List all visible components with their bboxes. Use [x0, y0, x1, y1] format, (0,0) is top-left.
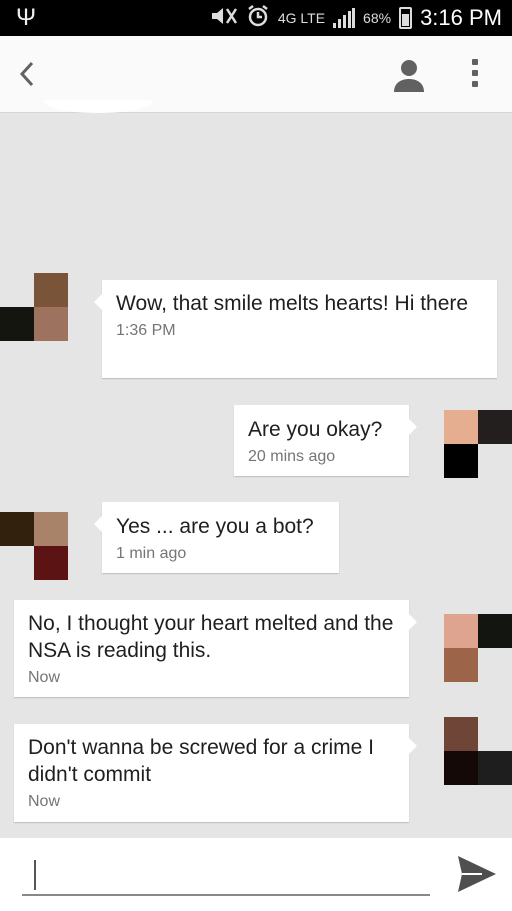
message-text: Wow, that smile melts hearts! Hi there: [116, 292, 469, 315]
text-cursor: [34, 860, 36, 890]
status-icons: 4G LTE 68% 3:16 PM: [210, 0, 502, 36]
message-time: Now: [28, 793, 61, 810]
4g-lte-icon: 4G LTE: [277, 10, 326, 26]
message-time: Now: [28, 669, 61, 686]
message-bubble[interactable]: Are you okay? 20 mins ago: [234, 405, 417, 476]
message-bubble[interactable]: Yes ... are you a bot? 1 min ago: [94, 502, 339, 573]
clock: 3:16 PM: [420, 5, 502, 30]
send-icon[interactable]: [456, 854, 498, 894]
my-avatar[interactable]: [444, 410, 512, 478]
back-icon[interactable]: [12, 56, 44, 92]
message-text: Are you okay?: [248, 418, 383, 441]
message-text: Don't wanna be screwed for a crime I did…: [28, 736, 374, 786]
sender-avatar[interactable]: [0, 273, 68, 341]
message-text: No, I thought your heart melted and the …: [28, 612, 394, 662]
alarm-icon: [246, 4, 270, 33]
message-input[interactable]: [22, 856, 430, 896]
my-avatar[interactable]: [444, 614, 512, 682]
message-bubble[interactable]: Don't wanna be screwed for a crime I did…: [14, 724, 417, 822]
more-vert-icon[interactable]: [466, 56, 484, 94]
message-time: 1 min ago: [116, 545, 187, 562]
signal-icon: [333, 8, 356, 28]
message-bubble[interactable]: Wow, that smile melts hearts! Hi there 1…: [94, 280, 497, 378]
message-time: 1:36 PM: [116, 322, 176, 339]
battery-percent: 68%: [363, 10, 392, 26]
composer-bar: [0, 838, 512, 911]
contact-icon[interactable]: [392, 58, 426, 92]
my-avatar[interactable]: [444, 717, 512, 785]
sender-avatar[interactable]: [0, 512, 68, 580]
message-text: Yes ... are you a bot?: [116, 515, 314, 538]
battery-charging-icon: [399, 7, 413, 29]
status-bar: Ψ 4G LTE 68% 3:16 PM: [0, 0, 512, 36]
message-bubble[interactable]: No, I thought your heart melted and the …: [14, 600, 417, 697]
usb-icon: Ψ: [16, 4, 37, 31]
muted-icon: [210, 5, 238, 32]
message-time: 20 mins ago: [248, 448, 336, 465]
